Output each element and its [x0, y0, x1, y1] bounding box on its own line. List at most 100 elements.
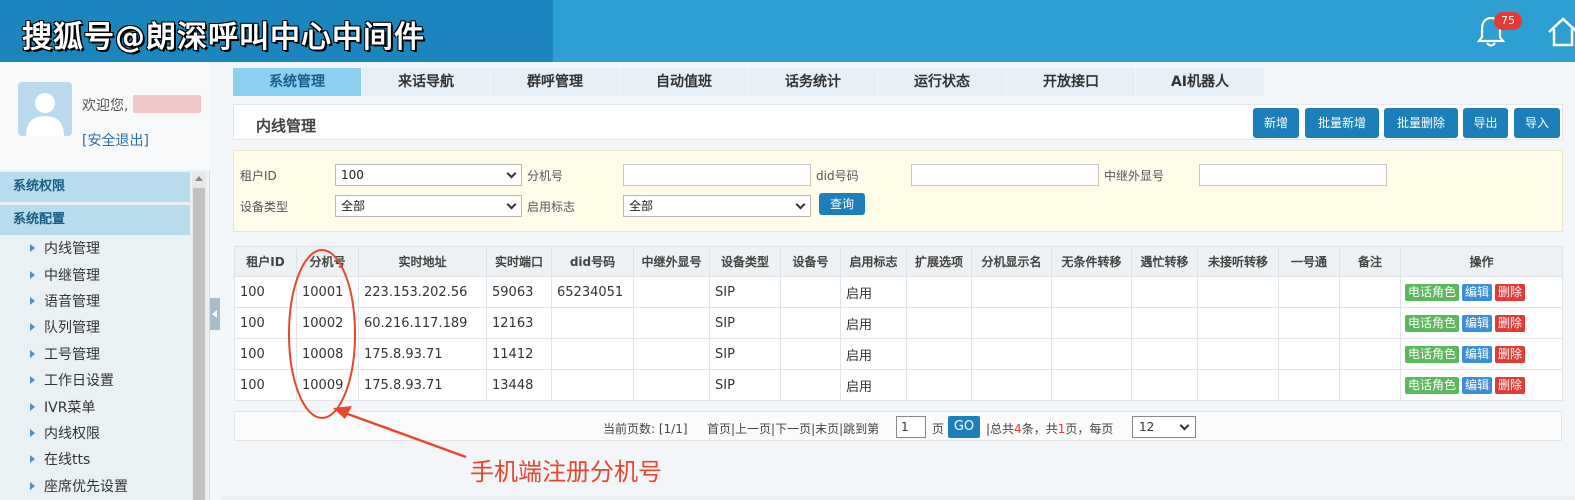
- table-row[interactable]: 100 10008 175.8.93.71 11412 SIP 启用 电话角色 编辑 删除: [234, 338, 1563, 370]
- column-header[interactable]: 租户ID: [234, 246, 297, 277]
- scrollbar-thumb[interactable]: [193, 188, 205, 500]
- pager-total-suffix: 页，每页: [1065, 422, 1114, 436]
- sidebar-item-trunk[interactable]: 中继管理: [0, 261, 190, 287]
- column-header[interactable]: 无条件转移: [1051, 246, 1132, 277]
- triangle-right-icon: [30, 402, 35, 411]
- sidebar-section-permissions[interactable]: 系统权限: [0, 172, 190, 202]
- table-cell: [1051, 307, 1132, 339]
- sidebar-section-config[interactable]: 系统配置: [0, 205, 190, 235]
- column-header[interactable]: 启用标志: [840, 246, 907, 277]
- sidebar-item-tts[interactable]: 在线tts: [0, 446, 190, 472]
- export-button[interactable]: 导出: [1463, 108, 1508, 138]
- delete-button[interactable]: 删除: [1495, 314, 1526, 332]
- sidebar-item-agent-id[interactable]: 工号管理: [0, 341, 190, 367]
- home-icon[interactable]: [1545, 14, 1575, 50]
- add-button[interactable]: 新增: [1253, 108, 1299, 138]
- column-header[interactable]: did号码: [551, 246, 634, 277]
- delete-button[interactable]: 删除: [1495, 345, 1526, 363]
- sidebar-item-seat-priority[interactable]: 座席优先设置: [0, 473, 190, 499]
- table-row[interactable]: 100 10009 175.8.93.71 13448 SIP 启用 电话角色 编辑 删除: [234, 369, 1563, 401]
- sidebar-item-workday[interactable]: 工作日设置: [0, 367, 190, 393]
- table-row[interactable]: 100 10001 223.153.202.56 59063 65234051 SIP 启用…: [234, 276, 1563, 308]
- tab-group-call[interactable]: 群呼管理: [491, 68, 619, 96]
- column-header[interactable]: 未接听转移: [1197, 246, 1279, 277]
- column-header[interactable]: 中继外显号: [633, 246, 710, 277]
- did-input[interactable]: [911, 164, 1099, 186]
- table-cell: [633, 307, 710, 339]
- table-cell: [780, 369, 841, 401]
- table-cell: [1197, 307, 1279, 339]
- trunk-display-input[interactable]: [1199, 164, 1387, 186]
- import-button[interactable]: 导入: [1514, 108, 1560, 138]
- sidebar-item-ivr[interactable]: IVR菜单: [0, 393, 190, 419]
- column-header[interactable]: 分机号: [296, 246, 359, 277]
- tab-statistics[interactable]: 话务统计: [749, 68, 877, 96]
- scroll-up-icon[interactable]: [195, 176, 203, 181]
- query-button[interactable]: 查询: [819, 193, 865, 215]
- sidebar-item-extension[interactable]: 内线管理: [0, 235, 190, 261]
- table-cell: [1131, 276, 1198, 308]
- table-cell: 59063: [486, 276, 552, 308]
- table-cell: [551, 307, 634, 339]
- logout-link[interactable]: [安全退出]: [82, 130, 149, 150]
- sidebar-item-voice[interactable]: 语音管理: [0, 288, 190, 314]
- phone-role-button[interactable]: 电话角色: [1405, 345, 1460, 363]
- sidebar-collapse-handle[interactable]: [210, 298, 220, 330]
- column-header[interactable]: 遇忙转移: [1131, 246, 1198, 277]
- sidebar-item-ext-permission[interactable]: 内线权限: [0, 420, 190, 446]
- page-size-select[interactable]: 12: [1132, 416, 1196, 438]
- phone-role-button[interactable]: 电话角色: [1405, 314, 1460, 332]
- phone-role-button[interactable]: 电话角色: [1405, 283, 1460, 301]
- edit-button[interactable]: 编辑: [1462, 283, 1493, 301]
- avatar: [18, 82, 72, 136]
- page-size-value: 12: [1139, 420, 1155, 434]
- batch-add-button[interactable]: 批量新增: [1305, 108, 1379, 138]
- column-header[interactable]: 实时端口: [486, 246, 552, 277]
- delete-button[interactable]: 删除: [1495, 376, 1526, 394]
- column-header[interactable]: 分机显示名: [971, 246, 1052, 277]
- edit-button[interactable]: 编辑: [1462, 376, 1493, 394]
- enable-flag-select[interactable]: 全部: [623, 195, 811, 217]
- tab-inbound-nav[interactable]: 来话导航: [362, 68, 490, 96]
- go-button[interactable]: GO: [948, 416, 980, 438]
- extension-input[interactable]: [623, 164, 811, 186]
- delete-button[interactable]: 删除: [1495, 283, 1526, 301]
- table-cell: [1051, 276, 1132, 308]
- column-header[interactable]: 一号通: [1278, 246, 1340, 277]
- tab-auto-duty[interactable]: 自动值班: [620, 68, 748, 96]
- tab-system[interactable]: 系统管理: [233, 68, 361, 96]
- chevron-down-icon: [506, 168, 517, 179]
- edit-button[interactable]: 编辑: [1462, 345, 1493, 363]
- table-cell: 175.8.93.71: [358, 369, 487, 401]
- tab-status[interactable]: 运行状态: [878, 68, 1006, 96]
- tenant-select[interactable]: 100: [335, 164, 522, 186]
- column-header[interactable]: 设备号: [780, 246, 841, 277]
- pager-nav-links[interactable]: 首页|上一页|下一页|末页|跳到第: [707, 420, 879, 437]
- sidebar-item-label: 座席优先设置: [44, 478, 128, 495]
- column-header[interactable]: 备注: [1339, 246, 1401, 277]
- sidebar-scrollbar[interactable]: [192, 172, 206, 500]
- table-cell: 100: [234, 307, 297, 339]
- device-type-value: 全部: [341, 199, 366, 213]
- table-cell: [1197, 276, 1279, 308]
- tab-ai-robot[interactable]: AI机器人: [1136, 68, 1264, 96]
- extension-table: 租户ID 分机号 实时地址 实时端口 did号码 中继外显号 设备类型 设备号 …: [234, 246, 1563, 401]
- table-row[interactable]: 100 10002 60.216.117.189 12163 SIP 启用 电话角色 编辑 删除: [234, 307, 1563, 339]
- column-header[interactable]: 扩展选项: [906, 246, 972, 277]
- page-number-input[interactable]: 1: [896, 416, 926, 438]
- table-cell: [1278, 307, 1340, 339]
- sidebar-item-queue[interactable]: 队列管理: [0, 314, 190, 340]
- edit-button[interactable]: 编辑: [1462, 314, 1493, 332]
- batch-delete-button[interactable]: 批量删除: [1384, 108, 1458, 138]
- column-header[interactable]: 设备类型: [709, 246, 781, 277]
- device-type-select[interactable]: 全部: [335, 195, 522, 217]
- triangle-right-icon: [30, 481, 35, 490]
- tab-api[interactable]: 开放接口: [1007, 68, 1135, 96]
- column-header[interactable]: 实时地址: [358, 246, 487, 277]
- table-cell: 启用: [840, 338, 907, 370]
- bottom-strip: [222, 496, 1575, 500]
- main-tabs: 系统管理 来话导航 群呼管理 自动值班 话务统计 运行状态 开放接口 AI机器人: [233, 68, 1265, 96]
- phone-role-button[interactable]: 电话角色: [1405, 376, 1460, 394]
- table-header-row: 租户ID 分机号 实时地址 实时端口 did号码 中继外显号 设备类型 设备号 …: [234, 246, 1563, 277]
- trunk-display-label: 中继外显号: [1104, 169, 1165, 183]
